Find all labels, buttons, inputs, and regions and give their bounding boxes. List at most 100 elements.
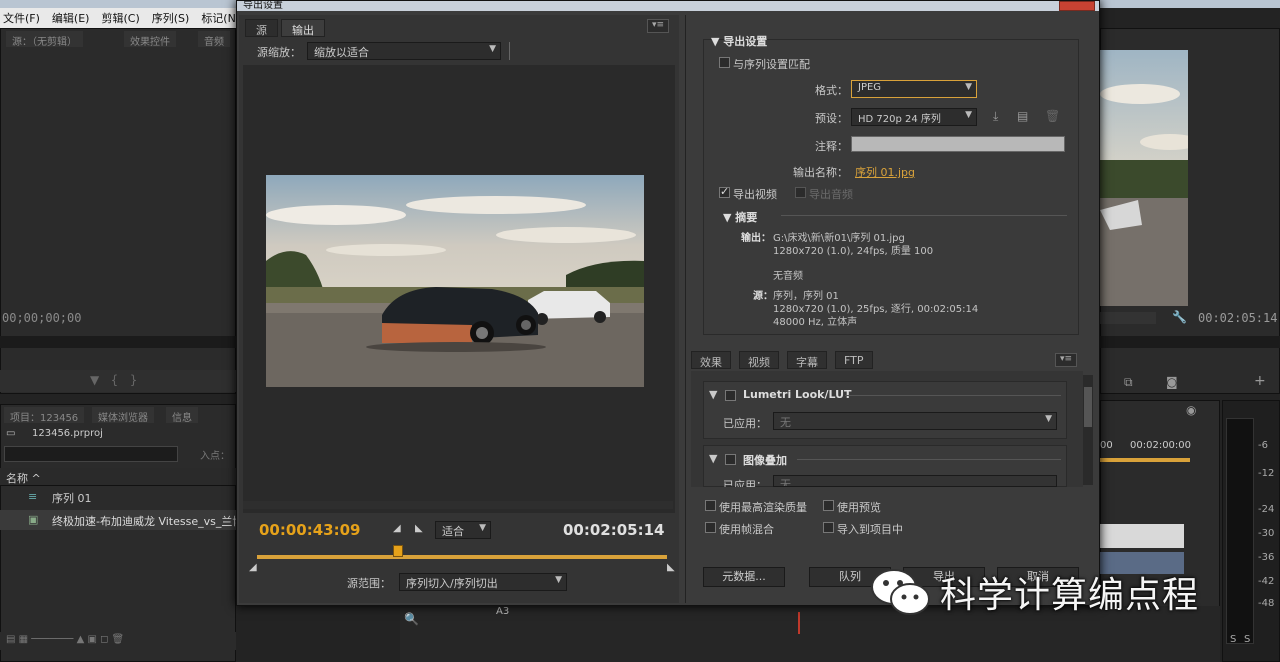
- summary-toggle[interactable]: ▼ 摘要: [723, 209, 757, 225]
- menu-marker[interactable]: 标记(N: [201, 10, 236, 26]
- save-preset-icon[interactable]: ⤓: [993, 109, 998, 124]
- playhead-line: [798, 612, 800, 634]
- lumetri-applied-value: 无: [780, 416, 791, 429]
- meter-label-42: -42: [1258, 576, 1275, 587]
- summary-source-audio: 48000 Hz, 立体声: [773, 317, 858, 328]
- menu-sequence[interactable]: 序列(S): [152, 10, 190, 26]
- meter-label-30: -30: [1258, 528, 1275, 539]
- output-name-link[interactable]: 序列 01.jpg: [855, 164, 915, 180]
- zoom-icon[interactable]: 🔍: [404, 612, 419, 626]
- work-area-bar[interactable]: [1100, 458, 1190, 462]
- preview-scrollbar[interactable]: [243, 501, 673, 509]
- meter-solo-right[interactable]: S: [1244, 634, 1250, 645]
- comments-label: 注释：: [815, 140, 848, 153]
- source-transport-controls[interactable]: ▼ { }: [0, 370, 236, 392]
- menu-file[interactable]: 文件(F): [3, 10, 40, 26]
- tab-video[interactable]: 视频: [739, 351, 779, 369]
- export-settings-title[interactable]: ▼ 导出设置: [711, 33, 767, 49]
- in-point-handle[interactable]: ◢: [249, 562, 257, 573]
- close-button[interactable]: [1059, 1, 1095, 11]
- frame-blend-checkbox[interactable]: [705, 522, 716, 533]
- tab-media-browser[interactable]: 媒体浏览器: [92, 407, 154, 424]
- playhead-marker[interactable]: [393, 545, 403, 557]
- in-point-label: 入点：: [200, 451, 230, 462]
- max-render-checkbox[interactable]: [705, 500, 716, 511]
- import-preset-icon[interactable]: ▤: [1017, 109, 1028, 123]
- source-scale-dropdown[interactable]: 缩放以适合 ▼: [307, 42, 501, 60]
- lumetri-applied-label: 已应用：: [723, 417, 767, 430]
- overlay-applied-label: 已应用：: [723, 479, 767, 487]
- camera-icon[interactable]: ◙: [1166, 375, 1178, 389]
- preset-label: 预设：: [815, 112, 848, 125]
- use-preview-label: 使用预览: [837, 501, 881, 514]
- program-scrub-bar[interactable]: [1100, 336, 1280, 348]
- fit-dropdown[interactable]: 适合 ▼: [435, 521, 491, 539]
- effects-panel-menu-icon[interactable]: ▾≡: [1055, 353, 1077, 367]
- project-search-input[interactable]: [4, 446, 178, 462]
- watermark-text: 科学计算编点程: [940, 575, 1200, 616]
- watermark: 科学计算编点程: [870, 566, 1199, 618]
- export-audio-checkbox[interactable]: [795, 187, 806, 198]
- current-timecode[interactable]: 00:00:43:09: [259, 521, 361, 539]
- out-point-handle[interactable]: ◣: [667, 562, 675, 573]
- timeline-settings-icon[interactable]: ◉: [1186, 403, 1196, 417]
- source-range-bar[interactable]: [257, 555, 667, 559]
- summary-title: 摘要: [735, 211, 758, 224]
- tab-ftp[interactable]: FTP: [835, 351, 873, 369]
- menu-edit[interactable]: 编辑(E): [52, 10, 90, 26]
- panel-menu-icon[interactable]: ▾≡: [647, 19, 669, 33]
- tab-effect-controls[interactable]: 效果控件: [124, 31, 176, 48]
- video-clip-block[interactable]: [1100, 524, 1184, 548]
- source-range-dropdown[interactable]: 序列切入/序列切出 ▼: [399, 573, 567, 591]
- clip-icon: ▣: [28, 513, 39, 526]
- tab-info[interactable]: 信息: [166, 407, 198, 424]
- tab-output-preview[interactable]: 输出: [281, 19, 325, 37]
- frame-blend-label: 使用帧混合: [719, 523, 774, 536]
- menu-clip[interactable]: 剪辑(C): [101, 10, 139, 26]
- meter-label-48: -48: [1258, 598, 1275, 609]
- meter-solo-left[interactable]: S: [1230, 634, 1236, 645]
- format-dropdown[interactable]: JPEG ▼: [851, 80, 977, 98]
- use-preview-checkbox[interactable]: [823, 500, 834, 511]
- lumetri-checkbox[interactable]: [725, 390, 736, 401]
- tab-audio[interactable]: 音频: [198, 31, 230, 48]
- add-icon[interactable]: +: [1254, 373, 1266, 389]
- preset-dropdown[interactable]: HD 720p 24 序列 ▼: [851, 108, 977, 126]
- tab-captions[interactable]: 字幕: [787, 351, 827, 369]
- tab-source-preview[interactable]: 源: [245, 19, 278, 37]
- lumetri-applied-dropdown[interactable]: 无 ▼: [773, 412, 1057, 430]
- source-scrub-bar[interactable]: [0, 336, 236, 348]
- set-in-icon[interactable]: ◢: [393, 523, 401, 534]
- overlay-divider: [797, 459, 1061, 460]
- match-sequence-checkbox[interactable]: [719, 57, 730, 68]
- import-project-checkbox[interactable]: [823, 522, 834, 533]
- format-value: JPEG: [858, 82, 882, 93]
- ruler-2min: 00:02:00:00: [1130, 440, 1192, 451]
- export-video-checkbox[interactable]: [719, 185, 730, 198]
- lumetri-toggle-icon[interactable]: ▼: [709, 388, 717, 401]
- effects-scroll-thumb[interactable]: [1084, 387, 1092, 427]
- summary-divider: [781, 215, 1067, 216]
- delete-preset-icon[interactable]: 🗑: [1045, 109, 1060, 123]
- overlay-toggle-icon[interactable]: ▼: [709, 452, 717, 465]
- tab-project[interactable]: 项目：123456: [4, 407, 85, 424]
- summary-source-label: 源：: [753, 291, 773, 302]
- wrench-icon[interactable]: 🔧: [1172, 310, 1187, 324]
- export-settings-title-text: 导出设置: [723, 35, 768, 48]
- project-item-sequence[interactable]: 序列 01: [52, 490, 92, 506]
- metadata-button[interactable]: 元数据...: [703, 567, 785, 587]
- fit-value: 适合: [442, 525, 464, 538]
- program-zoom-dropdown[interactable]: [1100, 312, 1156, 324]
- project-item-clip[interactable]: 终极加速-布加迪威龙 Vitesse_vs_兰博: [52, 513, 236, 529]
- tab-source[interactable]: 源：（无剪辑）: [6, 31, 83, 48]
- project-bottom-toolbar[interactable]: ▤ ▦ ─────── ▲ ▣ ◻ 🗑: [0, 632, 236, 650]
- overlay-applied-dropdown[interactable]: 无: [773, 475, 1057, 487]
- tab-effects[interactable]: 效果: [691, 351, 731, 369]
- track-label-a3: A3: [496, 606, 510, 617]
- comments-field[interactable]: [851, 136, 1065, 152]
- set-out-icon[interactable]: ◣: [415, 523, 423, 534]
- overlay-checkbox[interactable]: [725, 454, 736, 465]
- lift-icon[interactable]: ⧉: [1124, 375, 1133, 390]
- meter-label-36: -36: [1258, 552, 1275, 563]
- name-column-header[interactable]: 名称 ^: [0, 468, 236, 486]
